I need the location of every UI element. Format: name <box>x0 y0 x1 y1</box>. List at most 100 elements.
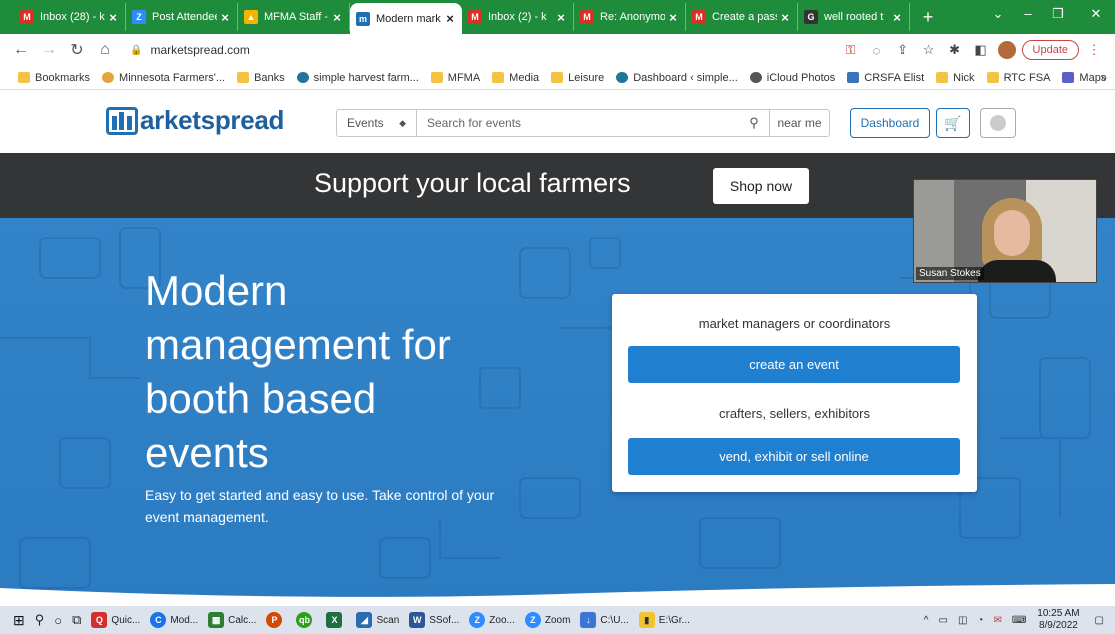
shop-now-button[interactable]: Shop now <box>713 168 809 204</box>
chevron-up-icon[interactable]: ^ <box>919 606 934 634</box>
bookmarks-overflow-icon[interactable]: » <box>1100 70 1107 84</box>
eye-slash-icon[interactable]: ◌ <box>866 43 888 58</box>
gmail-icon: M <box>692 10 706 24</box>
search-icon[interactable]: ⚲ <box>30 606 50 634</box>
task-view-icon[interactable]: ⧉ <box>67 606 86 634</box>
wifi-icon[interactable]: ◔ <box>972 606 988 634</box>
tab-close-icon[interactable]: × <box>444 11 456 26</box>
extensions-puzzle-icon[interactable]: ✱ <box>944 42 966 58</box>
tab-close-icon[interactable]: × <box>107 10 119 25</box>
profile-avatar[interactable] <box>997 41 1016 59</box>
tab-close-icon[interactable]: × <box>555 10 567 25</box>
taskbar-app[interactable]: ↓ C:\U... <box>575 606 633 634</box>
marketspread-logo[interactable]: arketspread <box>106 105 284 136</box>
bookmark-item[interactable]: Bookmarks <box>18 72 90 84</box>
tab-close-icon[interactable]: × <box>779 10 791 25</box>
cta-card: market managers or coordinators create a… <box>612 294 977 492</box>
home-icon[interactable]: ⌂ <box>94 41 116 59</box>
battery-icon[interactable]: ▭ <box>934 606 953 634</box>
bookmark-item[interactable]: Leisure <box>551 72 604 84</box>
back-arrow-icon[interactable]: ← <box>10 41 32 59</box>
bookmark-label: MFMA <box>447 71 481 84</box>
browser-tab[interactable]: M Inbox (28) - k × <box>14 3 126 31</box>
category-select[interactable]: Events ◆ <box>337 110 417 136</box>
browser-tab[interactable]: M Re: Anonymo × <box>574 3 686 31</box>
network-icon[interactable]: ◫ <box>953 606 972 634</box>
taskbar-app[interactable]: P <box>261 606 291 634</box>
password-key-icon[interactable]: ⚿ <box>840 42 862 58</box>
new-tab-button[interactable]: + <box>916 7 940 28</box>
bookmark-item[interactable]: Dashboard ‹ simple... <box>616 72 738 84</box>
tab-search-icon[interactable]: ⌄ <box>988 6 1008 22</box>
bookmark-item[interactable]: Nick <box>936 72 975 84</box>
taskbar-app[interactable]: qb <box>291 606 321 634</box>
taskbar-app[interactable]: ▦ Calc... <box>203 606 261 634</box>
near-me-button[interactable]: near me <box>769 110 829 136</box>
chrome-icon: C <box>150 612 167 628</box>
scan-icon: ◢ <box>356 612 373 628</box>
browser-tab[interactable]: M Inbox (2) - k × <box>462 3 574 31</box>
taskbar-app[interactable]: Z Zoo... <box>464 606 520 634</box>
menu-kebab-icon[interactable]: ⋮ <box>1083 42 1105 58</box>
zoom-icon: Z <box>469 612 486 628</box>
browser-tab[interactable]: G well rooted t × <box>798 3 910 31</box>
tab-close-icon[interactable]: × <box>219 10 231 25</box>
bookmark-item[interactable]: MFMA <box>430 71 481 84</box>
browser-tab-active[interactable]: m Modern mark × <box>350 3 462 34</box>
vend-exhibit-button[interactable]: vend, exhibit or sell online <box>628 438 960 475</box>
taskbar-app[interactable]: X <box>321 606 351 634</box>
calc-icon: ▦ <box>208 612 225 628</box>
site-header: arketspread Events ◆ ⚲ near me Dashboard… <box>0 91 1115 153</box>
restore-icon[interactable]: ❐ <box>1048 6 1068 22</box>
bookmark-item[interactable]: Media <box>492 72 539 84</box>
bookmark-item[interactable]: simple harvest farm... <box>296 72 419 84</box>
search-icon[interactable]: ⚲ <box>739 115 769 131</box>
cart-icon[interactable]: 🛒 <box>936 108 970 138</box>
bookmark-item[interactable]: iCloud Photos <box>749 72 835 84</box>
keyboard-icon[interactable]: ⌨ <box>1007 606 1031 634</box>
tab-close-icon[interactable]: × <box>891 10 903 25</box>
create-event-button[interactable]: create an event <box>628 346 960 383</box>
close-window-icon[interactable]: ✕ <box>1086 6 1106 22</box>
lock-icon[interactable]: 🔒 <box>130 45 142 56</box>
minimize-icon[interactable]: – <box>1018 6 1038 21</box>
bookmark-item[interactable]: CRSFA Elist <box>847 72 924 84</box>
banner-text: Support your local farmers <box>314 168 631 198</box>
share-icon[interactable]: ⇪ <box>892 42 914 58</box>
user-avatar-button[interactable] <box>980 108 1016 138</box>
action-center-icon[interactable]: ▢ <box>1090 606 1109 634</box>
bookmark-label: Dashboard ‹ simple... <box>633 71 738 84</box>
forward-arrow-icon[interactable]: → <box>38 41 60 59</box>
bookmark-item[interactable]: RTC FSA <box>986 72 1050 84</box>
zoom-icon: Z <box>524 612 541 628</box>
browser-tab[interactable]: M Create a pass × <box>686 3 798 31</box>
taskbar-app-label: Quic... <box>111 614 141 626</box>
start-button[interactable]: ⊞ <box>8 606 30 634</box>
taskbar-app[interactable]: Z Zoom <box>520 606 576 634</box>
tab-close-icon[interactable]: × <box>331 10 343 25</box>
tab-close-icon[interactable]: × <box>667 10 679 25</box>
group-icon <box>847 72 860 83</box>
dashboard-button[interactable]: Dashboard <box>850 108 930 138</box>
update-button[interactable]: Update <box>1021 40 1079 60</box>
taskbar-app[interactable]: ▮ E:\Gr... <box>634 606 695 634</box>
bookmarks-bar: Bookmarks Minnesota Farmers'... Banks si… <box>0 66 1115 90</box>
bookmark-item[interactable]: Minnesota Farmers'... <box>102 72 225 84</box>
video-call-thumbnail[interactable]: Susan Stokes <box>913 179 1097 283</box>
url-field[interactable]: 🔒 marketspread.com <box>122 38 836 62</box>
side-panel-icon[interactable]: ◧ <box>970 42 992 58</box>
browser-tab[interactable]: ▲ MFMA Staff - × <box>238 3 350 31</box>
taskbar-app[interactable]: W SSof... <box>404 606 464 634</box>
reload-icon[interactable]: ↻ <box>66 40 88 60</box>
browser-tab[interactable]: Z Post Attendee × <box>126 3 238 31</box>
bookmark-item[interactable]: Banks <box>237 72 285 84</box>
search-input[interactable] <box>417 110 739 136</box>
taskbar-app[interactable]: ◢ Scan <box>351 606 404 634</box>
star-icon[interactable]: ☆ <box>918 42 940 58</box>
taskbar-app[interactable]: C Mod... <box>145 606 203 634</box>
taskbar-clock[interactable]: 10:25 AM 8/9/2022 <box>1037 608 1079 632</box>
cortana-icon[interactable]: ○ <box>49 606 67 634</box>
taskbar-app[interactable]: Q Quic... <box>86 606 145 634</box>
notification-app-icon[interactable]: ✉ <box>988 606 1006 634</box>
quickbooks-icon: qb <box>296 612 313 628</box>
